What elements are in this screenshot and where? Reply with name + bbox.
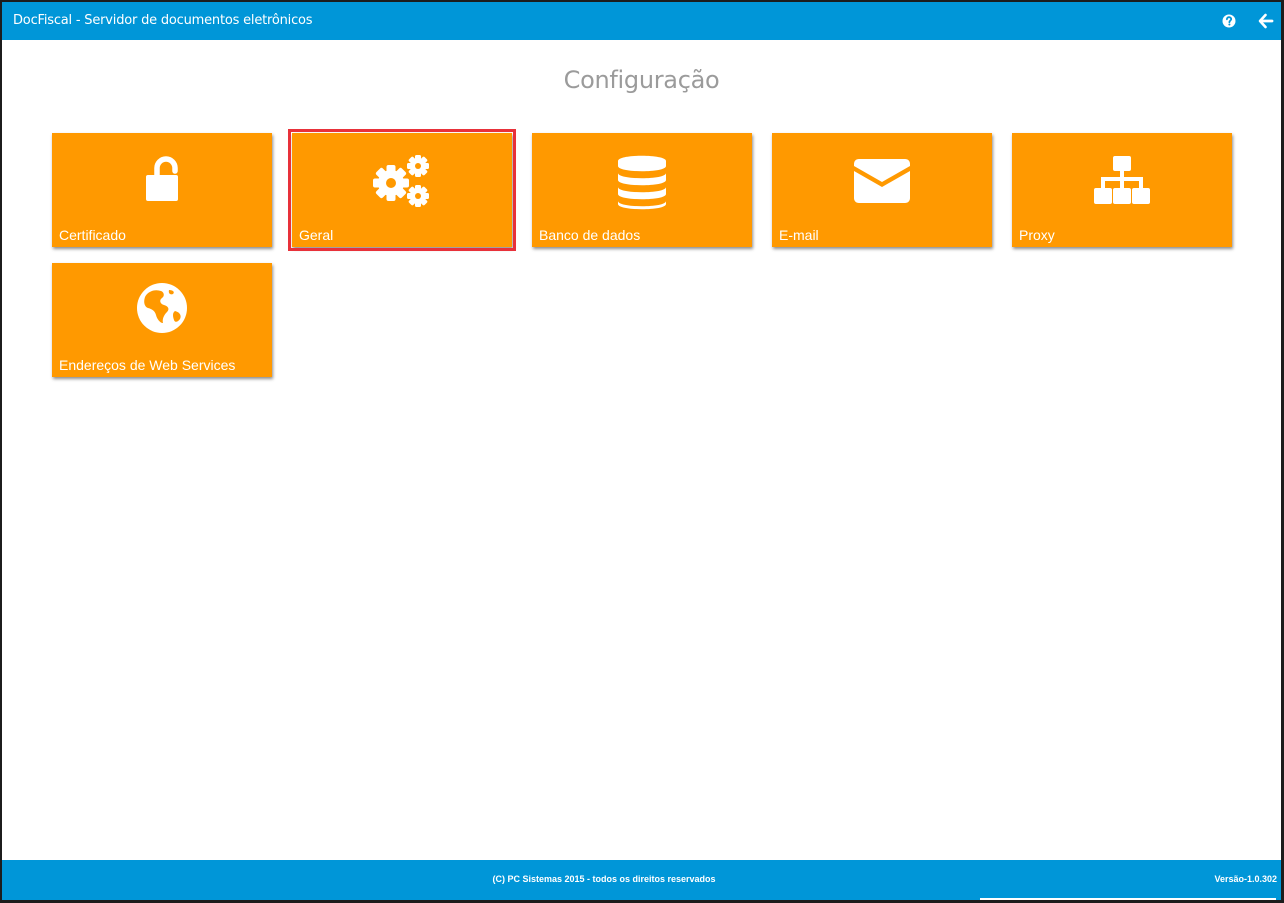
globe-icon [135,281,189,335]
envelope-icon [852,151,912,203]
footer-scrollbar [980,898,1276,900]
tile-enderecos-web-services[interactable]: Endereços de Web Services [52,263,272,377]
tile-label: Geral [299,227,334,243]
tile-label: Proxy [1019,227,1055,243]
database-icon [616,151,668,211]
tile-geral[interactable]: Geral [288,129,516,251]
question-circle-icon [1222,14,1236,28]
sitemap-icon [1092,151,1152,207]
page-title: Configuração [563,66,720,94]
tile-proxy[interactable]: Proxy [1012,133,1232,247]
unlock-icon [138,151,186,203]
tile-certificado[interactable]: Certificado [52,133,272,247]
app-window: DocFiscal - Servidor de documentos eletr… [0,0,1284,903]
app-footer: (C) PC Sistemas 2015 - todos os direitos… [2,860,1281,900]
tile-label: Certificado [59,227,126,243]
tile-banco-de-dados[interactable]: Banco de dados [532,133,752,247]
tile-label: Endereços de Web Services [59,357,236,373]
copyright-text: (C) PC Sistemas 2015 - todos os direitos… [492,874,716,884]
app-header: DocFiscal - Servidor de documentos eletr… [2,2,1281,40]
arrow-left-icon [1258,13,1274,29]
tile-e-mail[interactable]: E-mail [772,133,992,247]
tile-label: Banco de dados [539,227,641,243]
gears-icon [369,151,435,211]
version-text: Versão-1.0.302 [1214,874,1277,884]
tile-label: E-mail [779,227,819,243]
app-title: DocFiscal - Servidor de documentos eletr… [13,13,313,28]
help-button[interactable] [1220,12,1238,30]
back-button[interactable] [1257,12,1275,30]
